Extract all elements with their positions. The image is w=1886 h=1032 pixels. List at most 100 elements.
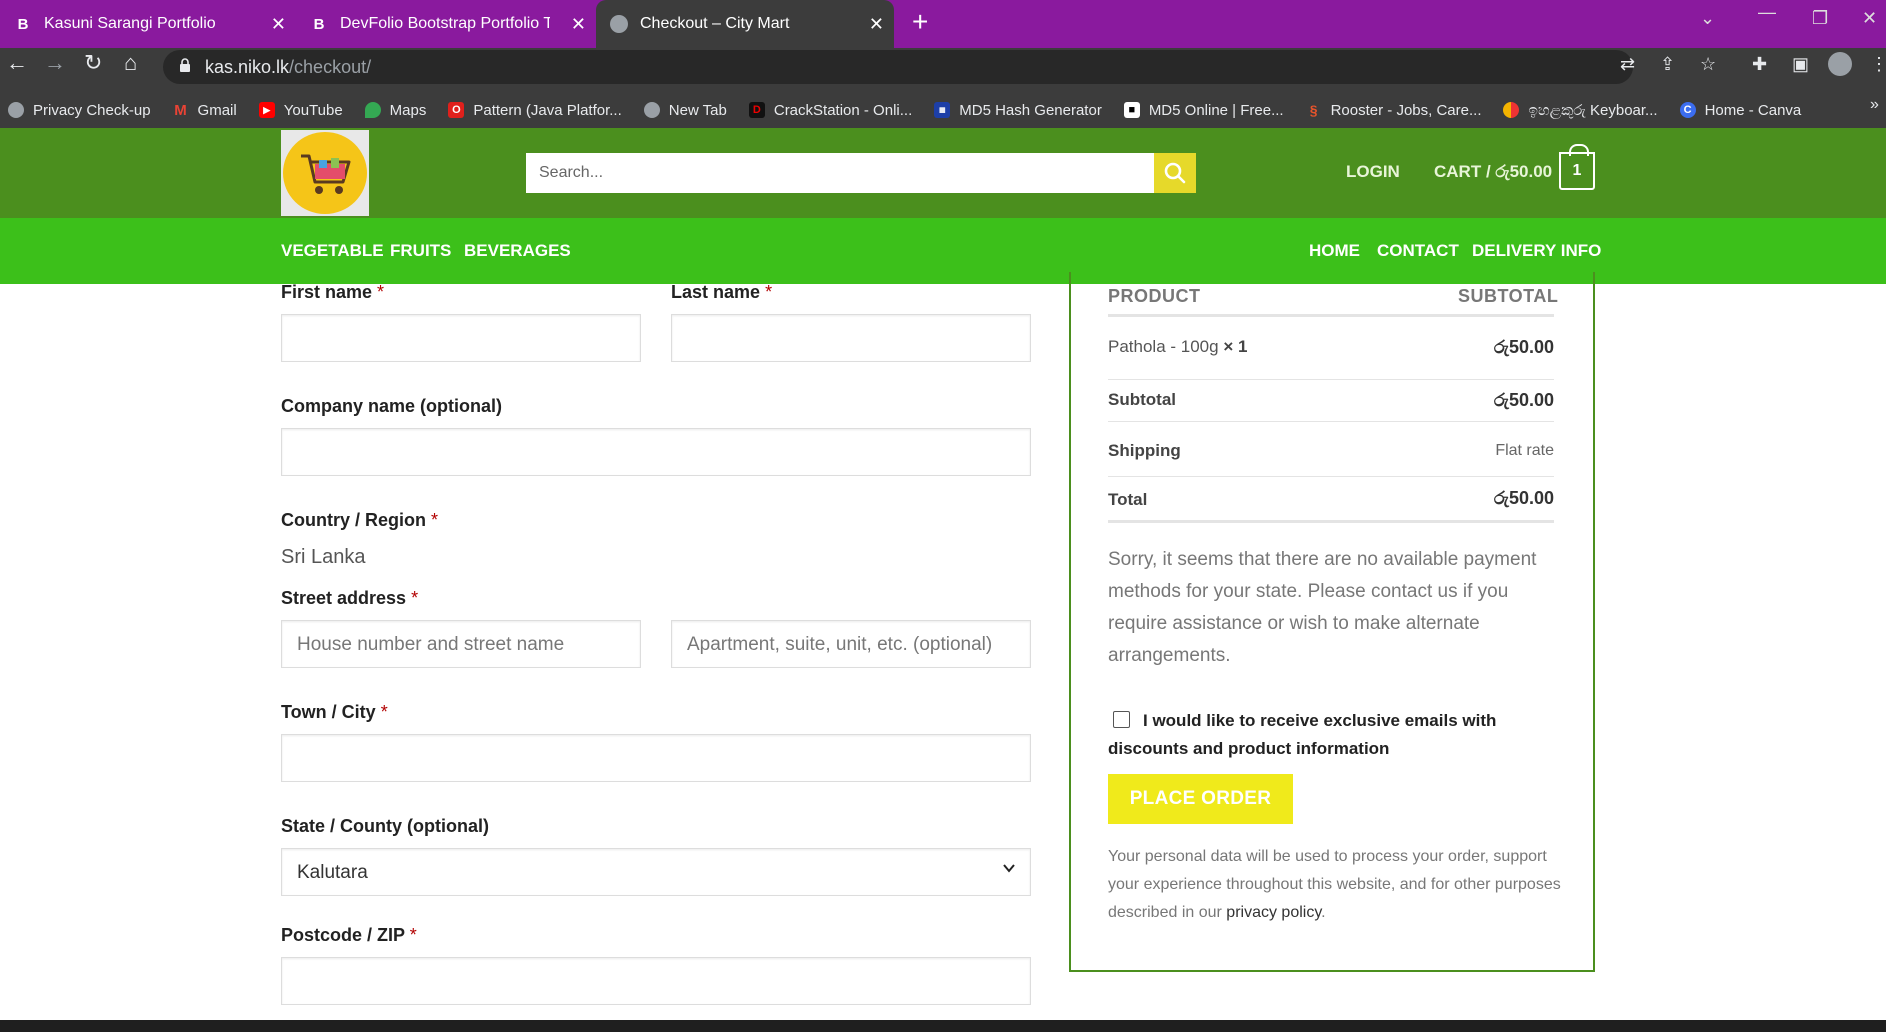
bootstrap-favicon-icon: B — [17, 15, 29, 33]
more-bookmarks-icon[interactable]: » — [1870, 96, 1879, 114]
tab-title: DevFolio Bootstrap Portfolio Tem — [340, 15, 550, 32]
nav-beverages[interactable]: BEVERAGES — [464, 241, 571, 261]
youtube-icon: ▶ — [258, 102, 275, 118]
subtotal-value: රු50.00 — [1493, 390, 1554, 410]
bookmarks-bar: Privacy Check-up M Gmail ▶ YouTube Maps OP… — [0, 92, 1886, 128]
nav-delivery-info[interactable]: DELIVERY INFO — [1472, 241, 1601, 261]
bookmark-md5-online[interactable]: ■ MD5 Online | Free... — [1123, 102, 1284, 119]
restore-icon[interactable]: ❐ — [1812, 8, 1828, 29]
profile-avatar[interactable] — [1828, 52, 1852, 76]
bookmark-md5-hash-generator[interactable]: ▦ MD5 Hash Generator — [934, 102, 1102, 119]
privacy-policy-link[interactable]: privacy policy — [1226, 904, 1321, 921]
nav-fruits[interactable]: FRUITS — [390, 241, 451, 261]
bookmark-crackstation[interactable]: D CrackStation - Onli... — [748, 102, 912, 119]
canva-icon: C — [1679, 102, 1696, 118]
tab-title: Kasuni Sarangi Portfolio — [44, 15, 216, 32]
search-placeholder: Search... — [539, 164, 604, 181]
bookmark-new-tab[interactable]: New Tab — [643, 102, 727, 119]
share-icon[interactable]: ⇪ — [1660, 54, 1675, 75]
close-tab-icon[interactable]: ✕ — [869, 14, 884, 35]
total-label: Total — [1108, 490, 1148, 509]
tab-title: Checkout – City Mart — [640, 15, 790, 32]
crackstation-icon: D — [748, 102, 765, 118]
tab-kasuni-portfolio[interactable]: B Kasuni Sarangi Portfolio ✕ — [0, 0, 296, 48]
star-icon[interactable]: ☆ — [1700, 54, 1716, 75]
apartment-placeholder: Apartment, suite, unit, etc. (optional) — [687, 634, 993, 655]
bootstrap-favicon-icon: B — [313, 15, 325, 33]
state-selected-value: Kalutara — [297, 862, 368, 883]
oracle-icon: O — [448, 102, 465, 118]
cart-count-badge[interactable]: 1 — [1559, 144, 1595, 190]
street-address-field[interactable]: House number and street name — [281, 620, 641, 668]
divider — [1108, 476, 1554, 477]
shipping-label: Shipping — [1108, 441, 1181, 460]
nav-home[interactable]: HOME — [1309, 241, 1360, 261]
url-bar[interactable]: kas.niko.lk/checkout/ — [163, 50, 1633, 84]
divider — [1108, 379, 1554, 380]
lock-icon — [180, 58, 190, 72]
bookmark-gmail[interactable]: M Gmail — [173, 102, 236, 119]
bookmark-canva[interactable]: C Home - Canva — [1679, 102, 1801, 119]
extensions-icon[interactable]: ✚ — [1752, 54, 1767, 75]
order-item-price: රු50.00 — [1493, 337, 1554, 357]
bookmark-pattern-java[interactable]: O Pattern (Java Platfor... — [448, 102, 622, 119]
reload-icon[interactable]: ↻ — [84, 50, 102, 76]
payment-unavailable-notice: Sorry, it seems that there are no availa… — [1108, 549, 1537, 666]
state-label: State / County (optional) — [281, 816, 489, 836]
shipping-value: Flat rate — [1495, 442, 1554, 459]
cart-link[interactable]: CART / රු50.00 — [1434, 162, 1552, 182]
close-tab-icon[interactable]: ✕ — [271, 14, 286, 35]
bookmark-privacy-checkup[interactable]: Privacy Check-up — [8, 102, 151, 119]
lock-icon: ■ — [1123, 102, 1140, 118]
town-city-field[interactable] — [281, 734, 1031, 782]
state-select[interactable]: Kalutara — [281, 848, 1031, 896]
bookmark-youtube[interactable]: ▶ YouTube — [258, 102, 343, 119]
newsletter-optin-label[interactable]: I would like to receive exclusive emails… — [1108, 707, 1568, 763]
md5-tool-icon: ▦ — [934, 102, 951, 118]
close-window-icon[interactable]: ✕ — [1862, 8, 1877, 29]
place-order-button[interactable]: PLACE ORDER — [1108, 774, 1293, 824]
tab-checkout[interactable]: Checkout – City Mart ✕ — [596, 0, 894, 48]
forward-icon[interactable]: → — [44, 50, 66, 76]
close-tab-icon[interactable]: ✕ — [571, 14, 586, 35]
maps-pin-icon — [364, 102, 381, 118]
search-button[interactable] — [1154, 153, 1196, 193]
login-link[interactable]: LOGIN — [1346, 162, 1400, 182]
last-name-field[interactable] — [671, 314, 1031, 362]
last-name-label: Last name * — [671, 282, 773, 302]
tab-devfolio[interactable]: B DevFolio Bootstrap Portfolio Tem ✕ — [296, 0, 596, 48]
divider — [1108, 520, 1554, 523]
newsletter-optin-checkbox[interactable] — [1113, 711, 1130, 728]
site-logo[interactable] — [281, 130, 369, 216]
apartment-field[interactable]: Apartment, suite, unit, etc. (optional) — [671, 620, 1031, 668]
product-column-header: PRODUCT — [1108, 286, 1201, 306]
postcode-field[interactable] — [281, 957, 1031, 1005]
taskbar-edge — [0, 1020, 1886, 1032]
postcode-label: Postcode / ZIP * — [281, 925, 417, 945]
side-panel-icon[interactable]: ▣ — [1792, 54, 1809, 75]
company-field[interactable] — [281, 428, 1031, 476]
product-search-field[interactable]: Search... — [526, 153, 1196, 193]
first-name-label: First name * — [281, 282, 385, 302]
tab-search-icon[interactable]: ⌄ — [1700, 8, 1715, 29]
country-label: Country / Region * — [281, 510, 439, 530]
home-icon[interactable]: ⌂ — [124, 50, 137, 76]
back-icon[interactable]: ← — [6, 50, 28, 76]
minimize-icon[interactable]: — — [1758, 2, 1776, 23]
company-label: Company name (optional) — [281, 396, 503, 416]
new-tab-icon[interactable]: + — [912, 6, 928, 38]
first-name-field[interactable] — [281, 314, 641, 362]
translate-icon[interactable]: ⇄ — [1620, 54, 1635, 75]
order-item: Pathola - 100g × 1 — [1108, 337, 1248, 356]
bookmark-sinhala-keyboard[interactable]: ඉහළකුරු Keyboar... — [1503, 102, 1658, 119]
bookmark-rooster[interactable]: § Rooster - Jobs, Care... — [1306, 102, 1482, 119]
bookmark-maps[interactable]: Maps — [364, 102, 426, 119]
total-value: රු50.00 — [1493, 488, 1554, 508]
town-city-label: Town / City * — [281, 702, 388, 722]
nav-contact[interactable]: CONTACT — [1377, 241, 1459, 261]
globe-icon — [643, 102, 660, 118]
nav-vegetable[interactable]: VEGETABLE — [281, 241, 384, 261]
privacy-notice: Your personal data will be used to proce… — [1108, 848, 1561, 921]
rooster-icon: § — [1309, 102, 1318, 118]
menu-dots-icon[interactable]: ⋮ — [1870, 54, 1886, 75]
